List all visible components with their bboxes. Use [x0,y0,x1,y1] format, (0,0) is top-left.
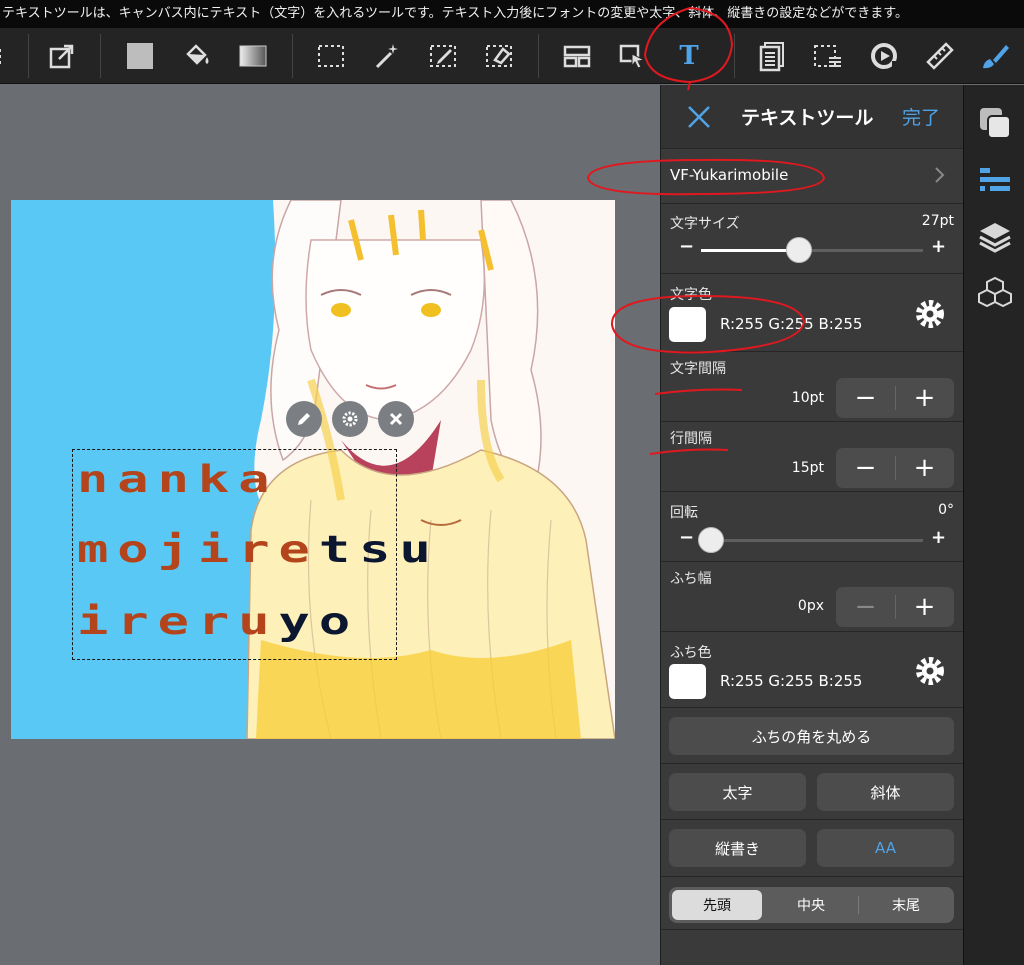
gear-icon[interactable] [912,653,948,689]
align-start[interactable]: 先頭 [672,890,762,920]
stroke-color-row: ふち色 R:255 G:255 B:255 [661,632,964,708]
plus-icon[interactable]: + [931,527,946,548]
magic-wand-icon[interactable] [367,36,407,76]
gear-icon [342,411,358,427]
bucket-icon[interactable] [177,36,217,76]
select-pen-icon[interactable] [423,36,463,76]
increment-button[interactable]: + [895,587,954,627]
align-segmented-control: 先頭 中央 末尾 [669,887,954,923]
rotation-slider[interactable] [701,539,923,542]
color-icon[interactable] [977,105,1013,141]
text-tool-panel: テキストツール 完了 VF-Yukarimobile 文字サイズ 27pt − … [660,85,964,965]
close-icon [389,412,403,426]
materials-icon[interactable] [977,275,1013,311]
text-line: mojiretsu [77,528,440,572]
text-color-rgb: R:255 G:255 B:255 [720,315,863,333]
font-name: VF-Yukarimobile [670,166,789,184]
close-icon[interactable] [685,103,713,131]
menu-icon[interactable] [0,36,22,76]
gradient-icon[interactable] [233,36,273,76]
minus-icon[interactable]: − [679,236,694,257]
font-size-value: 27pt [921,213,954,229]
stroke-color-label: ふち色 [670,645,712,661]
stroke-color-swatch[interactable] [669,664,706,699]
increment-button[interactable]: + [895,448,954,488]
letter-spacing-label: 文字間隔 [670,361,726,377]
stroke-color-rgb: R:255 G:255 B:255 [720,672,863,690]
caption-text: テキストツールは、キャンバス内にテキスト（文字）を入れるツールです。テキスト入力… [0,0,1024,28]
rotate-icon[interactable] [864,36,904,76]
edit-text-button[interactable] [286,401,322,437]
text-line: ireruyo [77,600,360,644]
pencil-icon [298,413,310,425]
style-row: 太字 斜体 [661,764,964,820]
text-settings-button[interactable] [332,401,368,437]
italic-button[interactable]: 斜体 [817,773,954,811]
minus-icon[interactable]: − [679,527,694,548]
text-box[interactable]: nanka mojiretsu ireruyo [72,449,431,660]
line-spacing-label: 行間隔 [670,431,712,447]
brush-icon[interactable] [975,36,1015,76]
decrement-button[interactable]: − [836,448,895,488]
move-icon[interactable] [613,36,653,76]
layout-icon[interactable] [557,36,597,76]
letter-spacing-row: 文字間隔 10pt − + [661,352,964,422]
line-spacing-row: 行間隔 15pt − + [661,422,964,492]
select-eraser-icon[interactable] [479,36,519,76]
stroke-width-label: ふち幅 [670,571,712,587]
done-button[interactable]: 完了 [902,103,940,130]
chevron-right-icon [935,167,945,183]
text-color-row: 文字色 R:255 G:255 B:255 [661,274,964,352]
bold-button[interactable]: 太字 [669,773,806,811]
rotation-value: 0° [938,502,954,518]
text-tool-icon[interactable]: T [669,36,709,76]
font-size-knob[interactable] [785,237,812,263]
rotation-knob[interactable] [698,527,724,553]
text-color-swatch[interactable] [669,307,706,342]
align-end[interactable]: 末尾 [861,890,951,920]
line-spacing-value: 15pt [791,460,824,476]
panel-title: テキストツール [741,107,874,129]
ruler-icon[interactable] [920,36,960,76]
side-strip [963,85,1024,965]
rotation-label: 回転 [670,505,698,521]
font-selector[interactable]: VF-Yukarimobile [661,149,964,204]
gear-icon[interactable] [912,296,948,332]
stroke-width-row: ふち幅 0px − + [661,562,964,632]
panel-header: テキストツール 完了 [661,85,964,149]
decrement-button[interactable]: − [836,587,895,627]
text-color-label: 文字色 [670,287,712,303]
transform-icon[interactable] [808,36,848,76]
toolbar: T [0,28,1024,84]
layer-list-icon[interactable] [977,163,1013,199]
round-corners-button[interactable]: ふちの角を丸める [669,717,954,755]
pages-icon[interactable] [752,36,792,76]
select-rect-icon[interactable] [311,36,351,76]
rotation-row: 回転 0° − + [661,492,964,562]
align-row: 先頭 中央 末尾 [661,876,964,930]
stroke-width-value: 0px [797,598,824,614]
align-center[interactable]: 中央 [766,890,856,920]
increment-button[interactable]: + [895,378,954,418]
fill-color-icon[interactable] [120,36,160,76]
letter-spacing-value: 10pt [791,390,824,406]
font-size-row: 文字サイズ 27pt − + [661,204,964,274]
line-spacing-stepper: − + [836,448,954,488]
plus-icon[interactable]: + [931,236,946,257]
export-icon[interactable] [42,36,82,76]
vertical-button[interactable]: 縦書き [669,829,806,867]
decrement-button[interactable]: − [836,378,895,418]
font-size-fill [701,249,799,252]
layers-icon[interactable] [977,219,1013,255]
text-tool-glyph: T [679,41,699,71]
direction-row: 縦書き AA [661,820,964,876]
letter-spacing-stepper: − + [836,378,954,418]
antialias-button[interactable]: AA [817,829,954,867]
round-corners-row: ふちの角を丸める [661,708,964,764]
text-line: nanka [77,458,279,502]
delete-text-button[interactable] [378,401,414,437]
font-size-label: 文字サイズ [670,216,740,232]
stroke-width-stepper: − + [836,587,954,627]
